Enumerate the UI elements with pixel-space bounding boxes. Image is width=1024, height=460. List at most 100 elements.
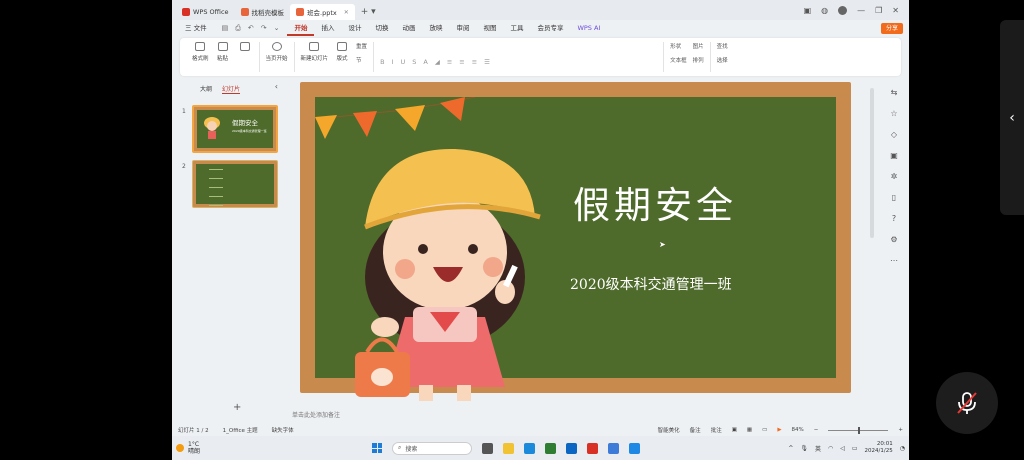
layout-button[interactable]: 版式	[334, 42, 350, 72]
minimize-icon[interactable]: —	[857, 6, 865, 15]
undo-icon[interactable]: ↶	[248, 24, 254, 33]
close-window-icon[interactable]: ✕	[892, 6, 899, 15]
layout-icon[interactable]: ▣	[804, 6, 812, 15]
image-icon[interactable]: ▣	[890, 151, 898, 160]
chevron-down-icon[interactable]: ⌄	[274, 24, 280, 33]
section-button[interactable]: 节	[356, 56, 367, 64]
list-icon[interactable]: ☰	[484, 58, 490, 72]
arrange-button[interactable]: 排列	[693, 56, 704, 64]
store-icon[interactable]	[545, 442, 556, 454]
new-tab-button[interactable]: + ▾	[361, 7, 376, 17]
font-color-icon[interactable]: A	[423, 58, 427, 72]
menu-view[interactable]: 视图	[476, 20, 503, 36]
slide-subtitle[interactable]: 2020级本科交通管理一班	[570, 274, 732, 294]
taskbar-search[interactable]: ⌕ 搜索	[392, 441, 472, 455]
volume-icon[interactable]: ◁	[840, 445, 845, 452]
tab-wps-office[interactable]: WPS Office	[176, 4, 235, 20]
star-icon[interactable]: ☆	[890, 109, 897, 118]
share-button[interactable]: 分享	[880, 22, 903, 34]
menu-home[interactable]: 开始	[287, 20, 315, 36]
play-icon[interactable]: ▶	[777, 427, 781, 433]
theme-name[interactable]: 1_Office 主题	[223, 426, 258, 434]
italic-icon[interactable]: I	[392, 58, 394, 72]
comments-button[interactable]: 批注	[711, 426, 722, 434]
avatar[interactable]	[838, 5, 848, 15]
menu-member[interactable]: 会员专享	[530, 20, 570, 36]
wifi-icon[interactable]: ◠	[828, 445, 833, 452]
skin-icon[interactable]: ◍	[821, 6, 828, 15]
tray-expand-icon[interactable]: ^	[788, 445, 793, 452]
zoom-level[interactable]: 84%	[792, 427, 804, 433]
file-menu[interactable]: 三 文件	[178, 20, 214, 36]
edge-icon[interactable]	[524, 442, 535, 454]
align-center-icon[interactable]: ≡	[459, 58, 464, 72]
textbox-button[interactable]: 文本框	[670, 56, 687, 64]
slide-title[interactable]: 假期安全	[573, 175, 737, 229]
notes-placeholder[interactable]: 单击此处添加备注	[292, 410, 340, 419]
battery-icon[interactable]: ▭	[852, 445, 858, 452]
mic-tray-icon[interactable]: 🎙	[800, 445, 808, 452]
menu-design[interactable]: 设计	[341, 20, 368, 36]
notification-icon[interactable]: ◔	[900, 445, 905, 452]
slide-thumbnail-1[interactable]: 假期安全 2020级本科交通管理一班	[192, 105, 278, 153]
smart-beautify-button[interactable]: 智能美化	[658, 426, 680, 434]
vertical-scrollbar[interactable]	[870, 88, 874, 238]
tab-slides[interactable]: 幻灯片	[222, 84, 241, 94]
mic-muted-button[interactable]	[936, 372, 998, 434]
zoom-slider[interactable]	[828, 426, 889, 434]
start-current-button[interactable]: 当页开始	[266, 42, 288, 72]
tab-template[interactable]: 找稻壳模板	[235, 4, 291, 20]
settings-icon[interactable]: ⚙	[890, 235, 897, 244]
slide-canvas[interactable]: 假期安全 2020级本科交通管理一班 ➤	[300, 82, 851, 401]
book-icon[interactable]: ▯	[892, 193, 896, 202]
menu-tools[interactable]: 工具	[503, 20, 530, 36]
ime-indicator[interactable]: 英	[815, 444, 821, 453]
reading-view-icon[interactable]: ▭	[762, 427, 767, 433]
find-button[interactable]: 查找	[717, 42, 728, 50]
app-icon[interactable]	[566, 442, 577, 454]
picture-button[interactable]: 图片	[693, 42, 704, 50]
file-explorer-icon[interactable]	[503, 442, 514, 454]
app-icon[interactable]	[629, 442, 640, 454]
animation-icon[interactable]: ✲	[891, 172, 898, 181]
new-slide-button[interactable]: 新建幻灯片	[301, 42, 328, 72]
align-right-icon[interactable]: ≡	[472, 58, 477, 72]
tab-outline[interactable]: 大纲	[200, 84, 212, 94]
redo-icon[interactable]: ↷	[261, 24, 267, 33]
add-slide-button[interactable]: +	[233, 402, 241, 413]
select-button[interactable]: 选择	[717, 56, 728, 64]
menu-slideshow[interactable]: 放映	[422, 20, 449, 36]
menu-animation[interactable]: 动画	[395, 20, 422, 36]
save-icon[interactable]: ▤	[222, 24, 229, 33]
align-left-icon[interactable]: ≡	[447, 58, 452, 72]
sorter-view-icon[interactable]: ▦	[747, 427, 752, 433]
bold-icon[interactable]: B	[380, 58, 384, 72]
slide-thumbnail-2[interactable]	[192, 160, 278, 208]
underline-icon[interactable]: U	[400, 58, 405, 72]
shape-icon[interactable]: ◇	[891, 130, 897, 139]
strike-icon[interactable]: S	[412, 58, 416, 72]
missing-font-button[interactable]: 缺失字体	[272, 426, 294, 434]
restore-icon[interactable]: ❐	[875, 6, 882, 15]
close-icon[interactable]: ✕	[344, 9, 349, 16]
help-icon[interactable]: ?	[892, 214, 896, 223]
weather-widget[interactable]: 1°C 晴朗	[176, 441, 200, 455]
format-painter-button[interactable]: 格式刷	[192, 42, 209, 72]
menu-transition[interactable]: 切换	[368, 20, 395, 36]
app-icon[interactable]	[608, 442, 619, 454]
zoom-out-icon[interactable]: −	[814, 427, 819, 433]
menu-wps-ai[interactable]: WPS AI	[570, 20, 607, 36]
properties-icon[interactable]: ⇆	[891, 88, 898, 97]
windows-start-icon[interactable]	[372, 443, 382, 453]
notes-button[interactable]: 备注	[690, 426, 701, 434]
reset-button[interactable]: 重置	[356, 42, 367, 50]
wps-taskbar-icon[interactable]	[587, 442, 598, 454]
menu-insert[interactable]: 插入	[314, 20, 341, 36]
shape-button[interactable]: 形状	[670, 42, 687, 50]
highlight-icon[interactable]: ◢	[435, 58, 440, 72]
cut-button[interactable]	[237, 42, 253, 72]
task-view-icon[interactable]	[482, 442, 493, 454]
zoom-in-icon[interactable]: +	[898, 427, 903, 433]
print-icon[interactable]: ⎙	[235, 24, 241, 33]
normal-view-icon[interactable]: ▣	[732, 427, 737, 433]
